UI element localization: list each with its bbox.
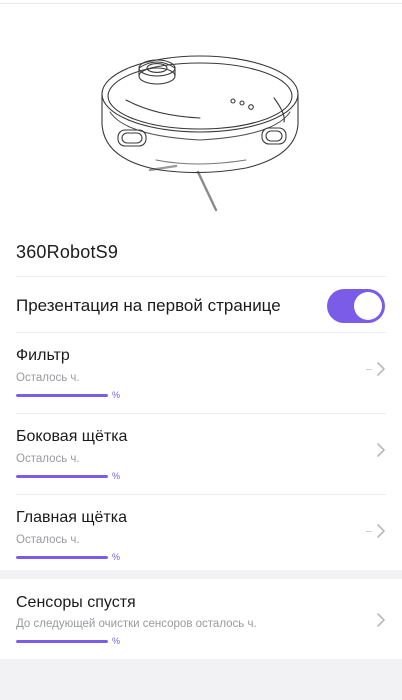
progress-fill [16, 556, 108, 559]
divider [16, 332, 386, 333]
consumable-item-main-brush[interactable]: Главная щётка Осталось ч. % [0, 496, 402, 576]
featured-toggle-label: Презентация на первой странице [16, 296, 281, 315]
sensors-item[interactable]: Сенсоры спустя До следующей очистки сенс… [0, 579, 402, 659]
consumable-percent: % [112, 552, 121, 562]
consumable-title: Боковая щётка [16, 428, 128, 445]
chevron-right-icon [377, 362, 385, 376]
consumable-progress-bar [16, 556, 108, 559]
featured-toggle-row[interactable]: Презентация на первой странице [0, 280, 402, 332]
consumable-title: Фильтр [16, 347, 70, 364]
sensors-percent: % [112, 636, 121, 646]
consumable-item-filter[interactable]: Фильтр Осталось ч. % [0, 334, 402, 414]
consumable-remaining: Осталось ч. [16, 534, 80, 546]
consumable-progress-bar [16, 394, 108, 397]
toggle-knob [354, 292, 382, 320]
consumable-percent: % [112, 390, 121, 400]
divider [16, 276, 386, 277]
sensors-progress-bar [16, 640, 108, 643]
chevron-right-icon [377, 443, 385, 457]
dash-mark [366, 369, 372, 370]
consumable-remaining: Осталось ч. [16, 453, 80, 465]
consumable-title: Главная щётка [16, 509, 127, 526]
robot-illustration [0, 42, 402, 220]
device-card: 360RobotS9 Презентация на первой страниц… [0, 4, 402, 570]
consumable-progress-bar [16, 475, 108, 478]
robot-vacuum-icon [101, 55, 299, 212]
chevron-right-icon [377, 613, 385, 627]
chevron-right-icon [377, 524, 385, 538]
dash-mark [366, 531, 372, 532]
sensors-card: Сенсоры спустя До следующей очистки сенс… [0, 579, 402, 659]
device-name: 360RobotS9 [16, 242, 119, 262]
divider [16, 494, 386, 495]
consumable-remaining: Осталось ч. [16, 372, 80, 384]
progress-fill [16, 394, 108, 397]
featured-toggle-switch[interactable] [327, 289, 385, 323]
divider [16, 413, 386, 414]
consumable-percent: % [112, 471, 121, 481]
consumable-item-side-brush[interactable]: Боковая щётка Осталось ч. % [0, 415, 402, 495]
sensors-title: Сенсоры спустя [16, 594, 136, 611]
progress-fill [16, 475, 108, 478]
sensors-remaining: До следующей очистки сенсоров осталось ч… [16, 618, 257, 630]
progress-fill [16, 640, 108, 643]
